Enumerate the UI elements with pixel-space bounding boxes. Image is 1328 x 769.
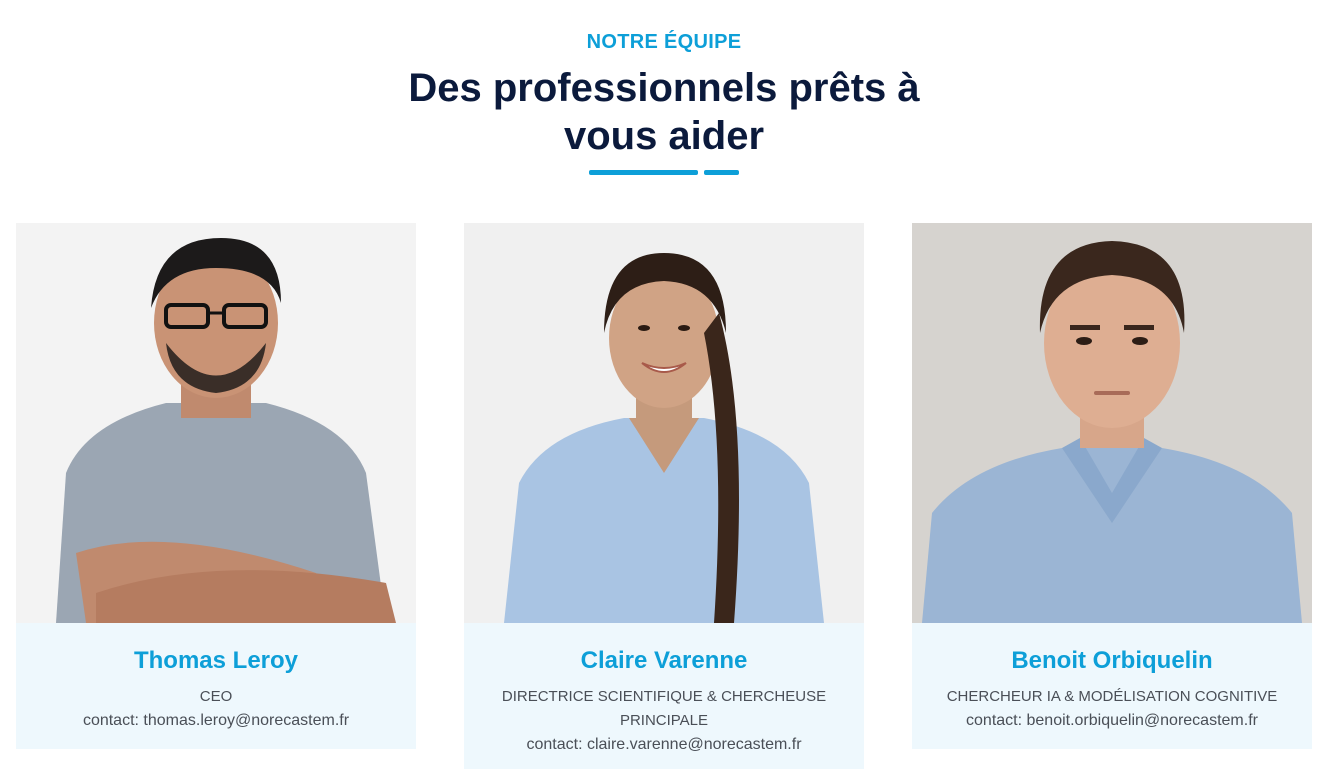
team-member-name: Claire Varenne <box>580 647 748 674</box>
team-card-claire-varenne: Claire Varenne DIRECTRICE SCIENTIFIQUE &… <box>464 223 864 769</box>
team-member-photo <box>16 223 416 623</box>
team-member-photo <box>464 223 864 623</box>
section-header: NOTRE ÉQUIPE Des professionnels prêts à … <box>0 30 1328 160</box>
section-title: Des professionnels prêts à vous aider <box>408 66 920 158</box>
divider-short-segment <box>704 170 739 175</box>
team-card-info: Claire Varenne DIRECTRICE SCIENTIFIQUE &… <box>464 623 864 769</box>
team-member-name: Thomas Leroy <box>133 647 299 674</box>
team-member-contact[interactable]: contact: claire.varenne@norecastem.fr <box>484 733 844 757</box>
team-member-contact[interactable]: contact: thomas.leroy@norecastem.fr <box>36 709 396 733</box>
team-member-name: Benoit Orbiquelin <box>1011 647 1213 674</box>
section-eyebrow: NOTRE ÉQUIPE <box>586 31 742 53</box>
title-divider <box>589 170 739 175</box>
team-card-thomas-leroy: Thomas Leroy CEO contact: thomas.leroy@n… <box>16 223 416 749</box>
team-member-role: CHERCHEUR IA & MODÉLISATION COGNITIVE <box>946 688 1278 705</box>
portrait-illustration <box>464 223 864 623</box>
portrait-illustration <box>912 223 1312 623</box>
divider-long-segment <box>589 170 698 175</box>
team-member-contact[interactable]: contact: benoit.orbiquelin@norecastem.fr <box>932 709 1292 733</box>
team-card-benoit-orbiquelin: Benoit Orbiquelin CHERCHEUR IA & MODÉLIS… <box>912 223 1312 749</box>
team-member-role: DIRECTRICE SCIENTIFIQUE & CHERCHEUSE PRI… <box>501 688 827 729</box>
team-member-photo <box>912 223 1312 623</box>
team-member-role: CEO <box>199 688 233 705</box>
team-card-info: Benoit Orbiquelin CHERCHEUR IA & MODÉLIS… <box>912 623 1312 749</box>
team-card-info: Thomas Leroy CEO contact: thomas.leroy@n… <box>16 623 416 749</box>
portrait-illustration <box>16 223 416 623</box>
team-section: NOTRE ÉQUIPE Des professionnels prêts à … <box>0 0 1328 769</box>
